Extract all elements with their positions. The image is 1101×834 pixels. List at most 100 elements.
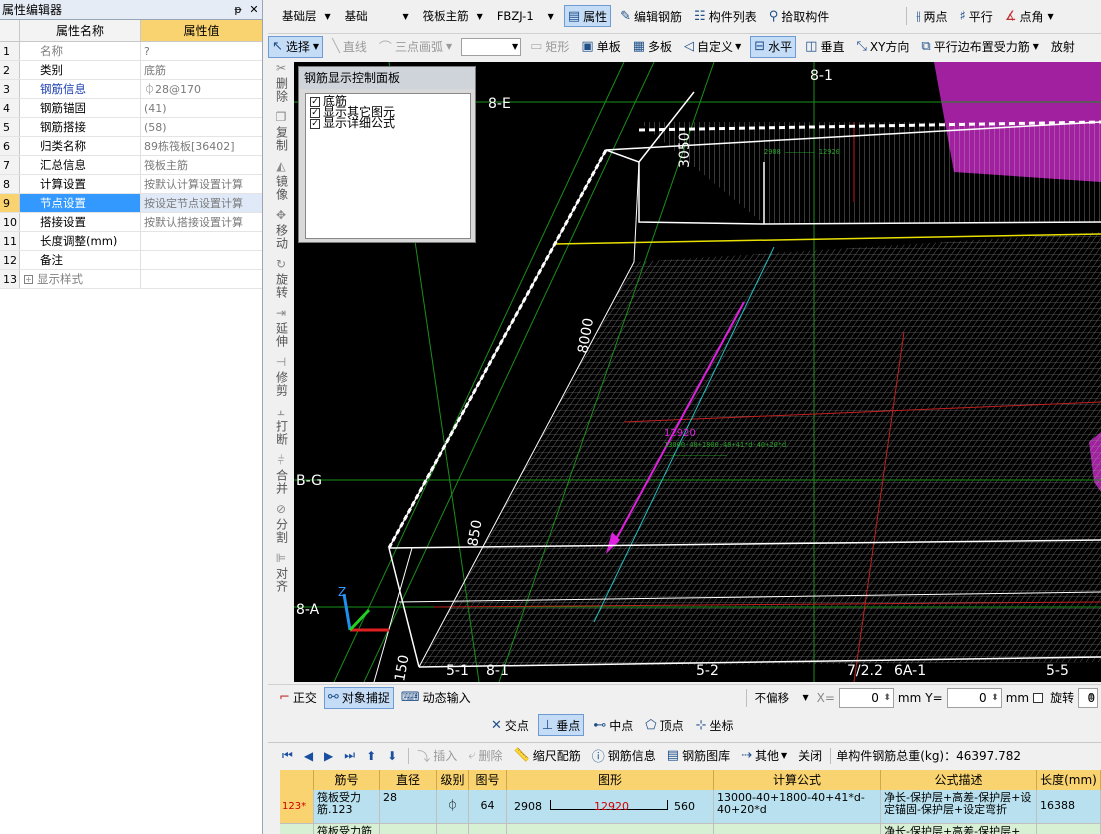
align-button[interactable]: ⊫ 对齐 — [275, 552, 289, 594]
component-dropdown[interactable]: FBZJ-1 ▼ — [493, 6, 558, 26]
select-button[interactable]: ↖ 选择 ▼ — [268, 35, 324, 58]
parallel-button[interactable]: ♯ 平行 — [957, 5, 996, 27]
xy-direction-button[interactable]: ⤡ XY方向 — [853, 36, 912, 58]
component-list-button[interactable]: ☷ 构件列表 — [691, 5, 760, 27]
property-value[interactable]: 按默认搭接设置计算 — [141, 213, 262, 231]
table-row[interactable]: 筏板受力筋 净长-保护层+高差-保护层+ — [280, 824, 1101, 834]
property-value[interactable]: (58) — [141, 118, 262, 136]
property-row[interactable]: 1 名称? — [0, 42, 262, 61]
property-value[interactable]: 筏板主筋 — [141, 156, 262, 174]
length-cell[interactable] — [1037, 824, 1101, 834]
drawing-canvas[interactable]: 8-E 8-1 B-G 8-A 5-1 8-1 5-2 7/2.2 6A-1 5… — [294, 62, 1101, 682]
diameter-cell[interactable] — [380, 824, 437, 834]
property-row[interactable]: 8 计算设置 按默认计算设置计算 — [0, 175, 262, 194]
perpendicular-snap-button[interactable]: ⊥ 垂点 — [537, 714, 585, 736]
rebar-option[interactable]: ✓ 显示详细公式 — [310, 117, 466, 129]
offset-dropdown[interactable]: 不偏移 ▼ — [751, 688, 813, 708]
property-row[interactable]: 3 钢筋信息 ⏀28@170 — [0, 80, 262, 99]
property-value[interactable]: ⏀28@170 — [141, 80, 262, 98]
copy-button[interactable]: ❐ 复制 — [275, 111, 289, 153]
column-header[interactable]: 图号 — [469, 770, 507, 790]
split-button[interactable]: ⊘ 分割 — [275, 503, 289, 545]
horizontal-button[interactable]: ⊟ 水平 — [750, 35, 797, 58]
expand-icon[interactable]: + — [24, 275, 33, 284]
last-record-icon[interactable]: ⏭ — [344, 748, 355, 763]
column-header[interactable]: 直径(mm) — [380, 770, 437, 807]
grade-cell[interactable] — [437, 824, 469, 834]
column-header[interactable]: 图形 — [507, 770, 714, 790]
category-dropdown[interactable]: 基础 ▼ — [341, 6, 413, 26]
draw-mode-combo[interactable]: ▼ — [461, 37, 522, 56]
diameter-cell[interactable]: 28 — [380, 790, 437, 824]
multi-board-button[interactable]: ▦ 多板 — [630, 36, 675, 58]
table-row[interactable]: 123* 筏板受力筋.123 28 ⏀ 64 2908 12920 560 13… — [280, 790, 1101, 824]
point-angle-button[interactable]: ∡ 点角 ▼ — [1002, 5, 1057, 27]
parallel-edge-button[interactable]: ⧉ 平行边布置受力筋 ▼ — [918, 36, 1041, 58]
delete-button[interactable]: ⤶ 删除 — [465, 745, 505, 767]
property-value[interactable]: 89栋筏板[36402] — [141, 137, 262, 155]
property-value[interactable] — [141, 232, 262, 250]
rectangle-button[interactable]: ▭ 矩形 — [527, 36, 572, 58]
rotate-checkbox[interactable] — [1033, 692, 1044, 703]
property-value[interactable] — [141, 251, 262, 269]
rebar-info-button[interactable]: ⓘ 钢筋信息 — [589, 745, 659, 767]
scale-rebar-button[interactable]: 📏 缩尺配筋 — [511, 745, 584, 767]
trim-button[interactable]: ⊣ 修剪 — [275, 356, 289, 398]
column-header[interactable]: 公式描述 — [881, 770, 1037, 790]
close-table-button[interactable]: 关闭 — [795, 745, 825, 767]
property-row[interactable]: 5 钢筋搭接 (58) — [0, 118, 262, 137]
property-value[interactable]: 底筋 — [141, 61, 262, 79]
midpoint-snap-button[interactable]: ⊷ 中点 — [590, 714, 636, 736]
merge-button[interactable]: ⫩ 合并 — [275, 454, 289, 496]
grade-cell[interactable]: ⏀ — [437, 790, 469, 824]
other-button[interactable]: ⇢ 其他 ▼ — [738, 745, 790, 767]
line-button[interactable]: ╲ 直线 — [329, 36, 370, 58]
property-value[interactable]: (41) — [141, 99, 262, 117]
checkbox[interactable]: ✓ — [310, 96, 320, 107]
description-cell[interactable]: 净长-保护层+高差-保护层+ — [881, 824, 1037, 834]
property-row[interactable]: 4 钢筋锚固 (41) — [0, 99, 262, 118]
properties-button[interactable]: ▤ 属性 — [563, 5, 612, 27]
move-down-icon[interactable]: ⬇ — [387, 749, 397, 763]
property-row[interactable]: 6 归类名称 89栋筏板[36402] — [0, 137, 262, 156]
coordinate-snap-button[interactable]: ⊹ 坐标 — [693, 714, 737, 736]
length-cell[interactable]: 16388 — [1037, 790, 1101, 824]
extend-button[interactable]: ⇥ 延伸 — [275, 307, 289, 349]
radial-button[interactable]: 放射 — [1048, 36, 1078, 58]
rotate-input[interactable]: 0 — [1078, 687, 1099, 708]
ortho-button[interactable]: ⌐ 正交 — [276, 687, 320, 709]
property-row[interactable]: 7 汇总信息 筏板主筋 — [0, 156, 262, 175]
property-row[interactable]: 11 长度调整(mm) — [0, 232, 262, 251]
formula-cell[interactable] — [714, 824, 881, 834]
property-row[interactable]: 10 搭接设置 按默认搭接设置计算 — [0, 213, 262, 232]
close-icon[interactable]: ✕ — [246, 3, 262, 16]
figure-number-cell[interactable]: 64 — [469, 790, 507, 824]
move-up-icon[interactable]: ⬆ — [366, 749, 376, 763]
layer-dropdown[interactable]: 基础层 ▼ — [278, 6, 335, 26]
pin-icon[interactable]: ᵽ — [230, 3, 246, 16]
x-input[interactable]: 0 — [838, 687, 894, 708]
y-input[interactable]: 0 — [946, 687, 1002, 708]
rebar-name-cell[interactable]: 筏板受力筋.123 — [314, 790, 380, 824]
intersection-snap-button[interactable]: ✕ 交点 — [488, 714, 532, 736]
move-button[interactable]: ✥ 移动 — [275, 209, 289, 251]
custom-button[interactable]: ◁ 自定义 ▼ — [681, 36, 744, 58]
vertical-button[interactable]: ◫ 垂直 — [802, 36, 847, 58]
next-record-icon[interactable]: ▶ — [324, 749, 333, 763]
column-header[interactable]: 长度(mm) — [1037, 770, 1101, 790]
shape-cell[interactable]: 2908 12920 560 — [507, 790, 714, 824]
rotate-button[interactable]: ↻ 旋转 — [275, 258, 289, 300]
arc-button[interactable]: ⌒ 三点画弧 ▼ — [376, 36, 455, 58]
property-row[interactable]: 2 类别 底筋 — [0, 61, 262, 80]
prev-record-icon[interactable]: ◀ — [304, 749, 313, 763]
shape-cell[interactable] — [507, 824, 714, 834]
property-value[interactable]: ? — [141, 42, 262, 60]
rebar-library-button[interactable]: ▤ 钢筋图库 — [664, 745, 733, 767]
checkbox[interactable]: ✓ — [310, 118, 320, 129]
property-value[interactable]: 按设定节点设置计算 — [141, 194, 262, 212]
figure-number-cell[interactable] — [469, 824, 507, 834]
vertex-snap-button[interactable]: ⬠ 顶点 — [642, 714, 686, 736]
property-row[interactable]: 9 节点设置 按设定节点设置计算 — [0, 194, 262, 213]
dynamic-input-button[interactable]: ⌨ 动态输入 — [398, 687, 474, 709]
pick-component-button[interactable]: ⚲ 拾取构件 — [766, 5, 833, 27]
